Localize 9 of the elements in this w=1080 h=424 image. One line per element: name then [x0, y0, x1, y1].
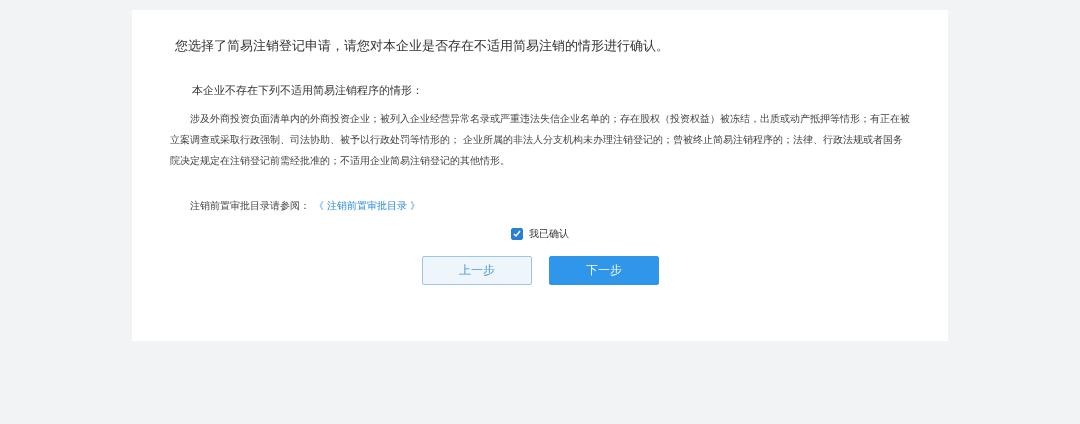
confirm-checkbox[interactable] [511, 228, 523, 240]
next-button[interactable]: 下一步 [548, 256, 659, 285]
heading: 您选择了简易注销登记申请，请您对本企业是否存在不适用简易注销的情形进行确认。 [175, 37, 670, 55]
catalog-link[interactable]: 《 注销前置审批目录 》 [314, 199, 421, 213]
reference-label: 注销前置审批目录请参阅： [190, 199, 310, 213]
paragraph: 涉及外商投资负面清单内的外商投资企业；被列入企业经营异常名录或严重违法失信企业名单的；存在股权（投资权益）被冻结，出质或动产抵押等情形；有正在被立案调查或采取行政强制、司法协助、被予以行政处罚等情形的； 企业所属的非法人分支机构未办理注销登记的；曾被终止简易注销程序的；法律、行政法规或者国务院决定规定在注销登记前需经批准的；不适用企业简易注销登记的其他情形。 [170, 112, 910, 168]
confirm-label: 我已确认 [529, 227, 569, 241]
subheading: 本企业不存在下列不适用简易注销程序的情形： [192, 84, 424, 98]
back-button[interactable]: 上一步 [421, 256, 532, 285]
